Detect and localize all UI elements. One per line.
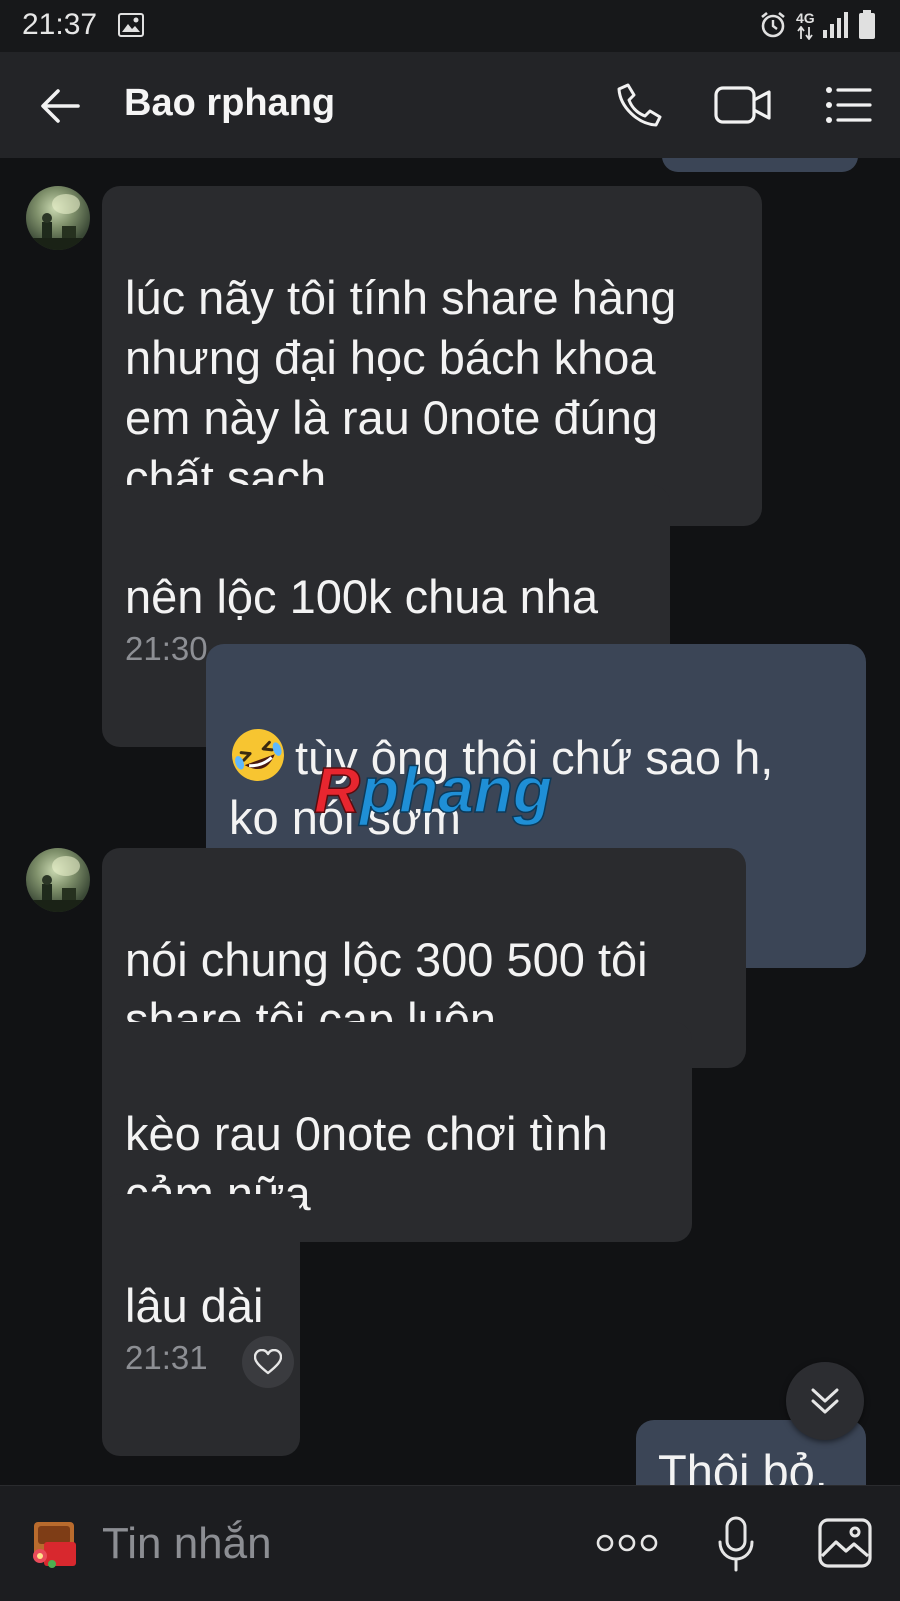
list-menu-icon[interactable] xyxy=(824,84,872,126)
status-time: 21:37 xyxy=(22,8,98,41)
back-arrow-icon[interactable] xyxy=(38,84,82,128)
rphang-watermark-logo: R phang xyxy=(313,754,552,827)
message-text: Thôi bỏ. xyxy=(658,1445,828,1485)
previous-message-bubble xyxy=(662,158,858,172)
message-text: lâu dài xyxy=(125,1279,264,1332)
message-input[interactable] xyxy=(100,1510,564,1578)
heart-icon xyxy=(254,1349,282,1375)
message-text: lúc nãy tôi tính share hàng nhưng đại họ… xyxy=(125,271,677,504)
image-gallery-icon[interactable] xyxy=(818,1518,872,1568)
double-chevron-down-icon xyxy=(811,1388,839,1414)
message-text: nên lộc 100k chua nha xyxy=(125,570,598,623)
microphone-icon[interactable] xyxy=(716,1516,756,1572)
chat-header: Bao rphang xyxy=(0,52,900,158)
phone-icon[interactable] xyxy=(614,80,664,130)
contact-avatar[interactable] xyxy=(26,848,90,912)
message-bubble-received[interactable]: lúc nãy tôi tính share hàng nhưng đại họ… xyxy=(102,186,762,526)
watermark-letters: phang xyxy=(358,754,552,826)
contact-name[interactable]: Bao rphang xyxy=(124,82,335,125)
message-composer xyxy=(0,1485,900,1601)
rolling-laughing-emoji-icon xyxy=(232,729,284,781)
scroll-to-bottom-button[interactable] xyxy=(786,1362,864,1440)
message-bubble-received[interactable]: lâu dài 21:31 xyxy=(102,1194,300,1456)
network-type-label: 4G xyxy=(796,10,815,26)
status-bar: 21:37 4G xyxy=(0,0,900,52)
signal-icon xyxy=(823,12,848,38)
alarm-icon xyxy=(761,11,785,38)
video-camera-icon[interactable] xyxy=(714,84,772,126)
watermark-letter-r: R xyxy=(314,754,360,826)
sticker-icon[interactable] xyxy=(30,1520,80,1570)
avatar-image xyxy=(26,194,90,250)
battery-icon xyxy=(859,10,875,39)
react-heart-button[interactable] xyxy=(242,1336,294,1388)
more-options-icon[interactable] xyxy=(596,1532,658,1554)
message-list[interactable]: lúc nãy tôi tính share hàng nhưng đại họ… xyxy=(0,158,900,1485)
avatar-image xyxy=(26,856,90,912)
contact-avatar[interactable] xyxy=(26,186,90,250)
data-arrows-icon xyxy=(797,26,813,40)
gallery-notification-icon xyxy=(118,13,144,37)
